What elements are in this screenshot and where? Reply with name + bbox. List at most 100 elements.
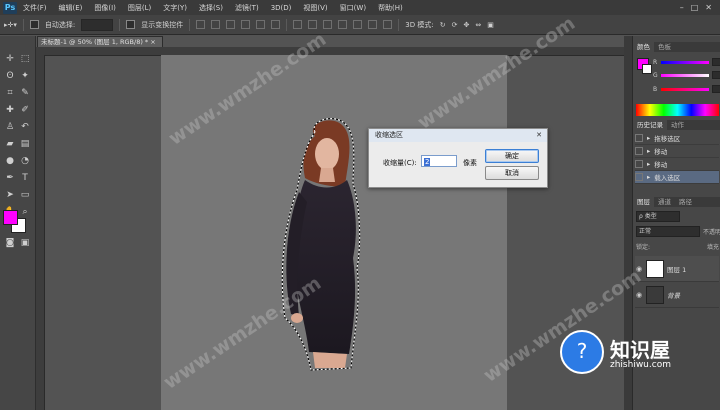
layer-name[interactable]: 图层 1 [667,264,686,274]
document-tab[interactable]: 未标题-1 @ 50% (图层 1, RGB/8) * × [37,36,163,47]
gradient-tool-icon[interactable]: ▤ [18,137,32,151]
document-tab-close[interactable]: × [150,38,155,46]
history-item-active[interactable]: ▸ 载入选区 [635,171,719,184]
ok-button[interactable]: 确定 [485,149,539,163]
layer-name[interactable]: 背景 [667,290,680,300]
align-vcenter-icon[interactable] [211,20,221,29]
history-item[interactable]: ▸ 移动 [635,158,719,171]
blue-value-field[interactable] [712,85,720,93]
marquee-tool-icon[interactable]: ⬚ [18,52,32,66]
blue-slider-bar[interactable] [661,87,709,91]
3d-rotate-icon[interactable]: ↻ [440,21,446,29]
lasso-tool-icon[interactable]: ʘ [3,69,17,83]
red-value-field[interactable] [712,58,720,66]
green-slider-bar[interactable] [661,73,709,77]
3d-pan-icon[interactable]: ✥ [463,21,469,29]
distribute-bottom-icon[interactable] [323,20,333,29]
zoom-tool-icon[interactable]: ⌕ [18,205,32,219]
history-item[interactable]: ▸ 移动 [635,145,719,158]
path-selection-icon[interactable]: ➤ [3,188,17,202]
green-slider[interactable]: G [653,71,720,79]
type-tool-icon[interactable]: T [18,171,32,185]
menu-help[interactable]: 帮助(H) [372,3,409,13]
blend-mode-dropdown[interactable]: 正常 [636,226,700,237]
3d-roll-icon[interactable]: ⟳ [452,21,458,29]
tab-actions[interactable]: 动作 [667,120,688,130]
blue-slider[interactable]: B [653,85,720,93]
distribute-vcenter-icon[interactable] [308,20,318,29]
menu-filter[interactable]: 滤镜(T) [229,3,265,13]
distribute-top-icon[interactable] [293,20,303,29]
3d-scale-icon[interactable]: ▣ [487,21,494,29]
auto-select-checkbox[interactable] [29,20,39,29]
screen-mode-icon[interactable]: ▣ [18,236,32,250]
cancel-button[interactable]: 取消 [485,166,539,180]
menu-layer[interactable]: 图层(L) [122,3,157,13]
eraser-icon[interactable]: ▰ [3,137,17,151]
move-tool-icon[interactable]: ✛ [3,52,17,66]
move-tool-icon[interactable]: ▸✛▾ [4,21,17,29]
shape-tool-icon[interactable]: ▭ [18,188,32,202]
tab-color[interactable]: 颜色 [633,42,654,52]
layer-thumbnail[interactable] [646,285,664,304]
menu-type[interactable]: 文字(Y) [157,3,193,13]
magic-wand-icon[interactable]: ✦ [18,69,32,83]
dodge-tool-icon[interactable]: ◔ [18,154,32,168]
eye-icon[interactable]: ◉ [635,291,643,299]
layer-row[interactable]: ◉ 图层 1 [635,256,719,282]
quick-mask-icon[interactable]: ◙ [3,236,17,250]
distribute-left-icon[interactable] [338,20,348,29]
maximize-button[interactable]: □ [691,3,699,12]
distribute-right-icon[interactable] [368,20,378,29]
red-slider-bar[interactable] [661,60,709,64]
blur-tool-icon[interactable]: ● [3,154,17,168]
menu-image[interactable]: 图像(I) [88,3,122,13]
tab-layers[interactable]: 图层 [633,197,654,207]
green-value-field[interactable] [712,71,720,79]
menu-edit[interactable]: 编辑(E) [53,3,89,13]
eyedropper-icon[interactable]: ✎ [18,86,32,100]
align-top-icon[interactable] [196,20,206,29]
contract-by-input[interactable]: 2 [421,155,457,167]
history-item[interactable]: ▸ 拖移选区 [635,132,719,145]
tab-channels[interactable]: 通道 [654,197,675,207]
align-bottom-icon[interactable] [226,20,236,29]
auto-select-dropdown[interactable] [81,18,114,31]
crop-tool-icon[interactable]: ⌗ [3,86,17,100]
menu-select[interactable]: 选择(S) [193,3,229,13]
tab-paths[interactable]: 路径 [675,197,696,207]
menu-3d[interactable]: 3D(D) [265,4,298,12]
layer-thumbnail[interactable] [646,259,664,278]
close-button[interactable]: ✕ [705,3,712,12]
history-brush-icon[interactable]: ↶ [18,120,32,134]
healing-brush-icon[interactable]: ✚ [3,103,17,117]
foreground-color-fill[interactable] [3,210,18,225]
menu-window[interactable]: 窗口(W) [334,3,372,13]
menu-view[interactable]: 视图(V) [297,3,333,13]
dialog-title[interactable]: 收缩选区 [369,129,547,142]
history-checkbox[interactable] [635,173,643,181]
pen-tool-icon[interactable]: ✒ [3,171,17,185]
distribute-hcenter-icon[interactable] [353,20,363,29]
align-left-icon[interactable] [241,20,251,29]
dialog-close-button[interactable]: ✕ [534,131,544,139]
show-transform-checkbox[interactable] [126,20,136,29]
history-checkbox[interactable] [635,147,643,155]
clone-stamp-icon[interactable]: ♙ [3,120,17,134]
align-right-icon[interactable] [271,20,281,29]
align-hcenter-icon[interactable] [256,20,266,29]
minimize-button[interactable]: – [680,3,684,12]
auto-align-icon[interactable] [383,20,393,29]
layer-row-background[interactable]: ◉ 背景 [635,282,719,308]
color-spectrum-bar[interactable] [636,104,719,116]
history-checkbox[interactable] [635,160,643,168]
red-slider[interactable]: R [653,58,720,66]
layer-filter-dropdown[interactable]: ρ 类型 [636,211,680,222]
vertical-ruler[interactable] [36,55,45,410]
history-checkbox[interactable] [635,134,643,142]
3d-slide-icon[interactable]: ⇔ [475,21,481,29]
tab-history[interactable]: 历史记录 [633,120,667,130]
color-panel-bg-swatch[interactable] [642,64,652,74]
tab-swatches[interactable]: 色板 [654,42,675,52]
brush-tool-icon[interactable]: ✐ [18,103,32,117]
